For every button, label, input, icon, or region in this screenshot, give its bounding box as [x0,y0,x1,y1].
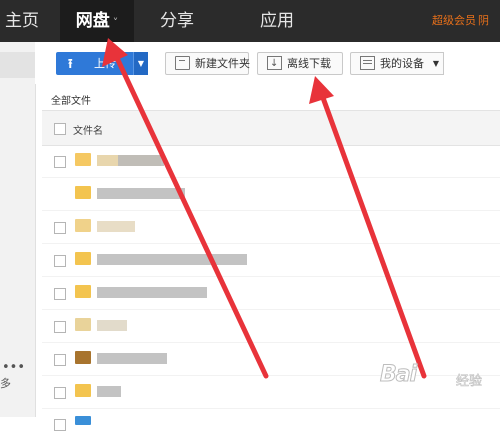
upload-button-label: 上传 [94,57,116,70]
sidebar-more-dots[interactable]: ••• [2,360,25,375]
file-row[interactable] [42,211,500,244]
file-icon [75,416,91,425]
blurred-filename [97,221,135,232]
my-devices-button[interactable]: 我的设备 [350,52,431,75]
nav-cloud-disk-tab[interactable]: 网盘 ˅ [60,0,134,42]
folder-icon [75,252,91,265]
row-checkbox[interactable] [54,354,66,366]
nav-share-label: 分享 [160,11,194,31]
file-icon [75,219,91,232]
select-all-checkbox[interactable] [54,123,66,135]
upload-dropdown-button[interactable]: ▼ [133,52,148,75]
row-checkbox[interactable] [54,387,66,399]
top-navigation-bar: 主页 网盘 ˅ 分享 应用 超级会员 阴 [0,0,500,42]
offline-download-label: 离线下载 [287,57,331,70]
nav-home-label: 主页 [5,11,39,31]
blurred-filename [118,155,164,166]
offline-download-button[interactable]: 离线下载 [257,52,343,75]
chevron-down-icon: ˅ [112,16,119,29]
row-checkbox[interactable] [54,222,66,234]
watermark-logo-text: Bai [379,362,417,388]
column-header-filename[interactable]: 文件名 [73,122,103,137]
device-icon [360,56,375,70]
folder-icon [75,186,91,199]
my-devices-label: 我的设备 [380,57,424,70]
file-list-header: 文件名 [42,110,500,146]
row-checkbox[interactable] [54,156,66,168]
offline-download-icon [267,53,282,74]
user-name-link[interactable]: 阴 [478,0,500,42]
super-member-link[interactable]: 超级会员 [432,0,476,42]
sidebar-selected-item[interactable] [0,52,35,78]
file-toolbar: ⭱ 上传 ▼ 新建文件夹 离线下载 我的设备 ▼ [35,42,500,84]
row-checkbox[interactable] [54,321,66,333]
file-row[interactable] [42,310,500,343]
nav-cloud-disk-label: 网盘 [75,11,110,31]
blurred-filename [97,188,185,199]
blurred-filename [97,287,207,298]
row-checkbox[interactable] [54,288,66,300]
blurred-filename [97,353,167,364]
baidu-jingyan-watermark: Bai 经验 [379,362,498,398]
upload-button[interactable]: ⭱ 上传 [56,52,133,75]
row-checkbox[interactable] [54,419,66,431]
breadcrumb[interactable]: 全部文件 [51,92,91,107]
watermark-sub-text: 经验 [456,374,483,390]
nav-apps-label: 应用 [260,11,294,31]
file-row[interactable] [42,145,500,178]
caret-down-icon: ▼ [432,59,440,68]
new-folder-icon [175,56,190,70]
nav-apps-tab[interactable]: 应用 [250,0,304,42]
nav-share-tab[interactable]: 分享 [150,0,204,42]
sidebar-more-label[interactable]: 多 [0,375,11,391]
file-icon [75,153,91,166]
row-checkbox[interactable] [54,255,66,267]
folder-icon [75,384,91,397]
nav-home-tab[interactable]: 主页 [0,0,44,42]
file-icon [75,351,91,364]
file-row[interactable] [42,178,500,211]
blurred-filename [97,254,247,265]
blurred-filename [97,386,121,397]
new-folder-label: 新建文件夹 [195,57,250,70]
new-folder-button[interactable]: 新建文件夹 [165,52,250,75]
upload-icon: ⭱ [68,57,73,72]
file-row[interactable] [42,408,500,440]
caret-down-icon: ▼ [137,59,145,68]
file-row[interactable] [42,277,500,310]
left-sidebar: ••• 多 [0,42,36,417]
file-row[interactable] [42,244,500,277]
blurred-filename [97,320,127,331]
folder-icon [75,285,91,298]
file-icon [75,318,91,331]
my-devices-dropdown-button[interactable]: ▼ [429,52,444,75]
